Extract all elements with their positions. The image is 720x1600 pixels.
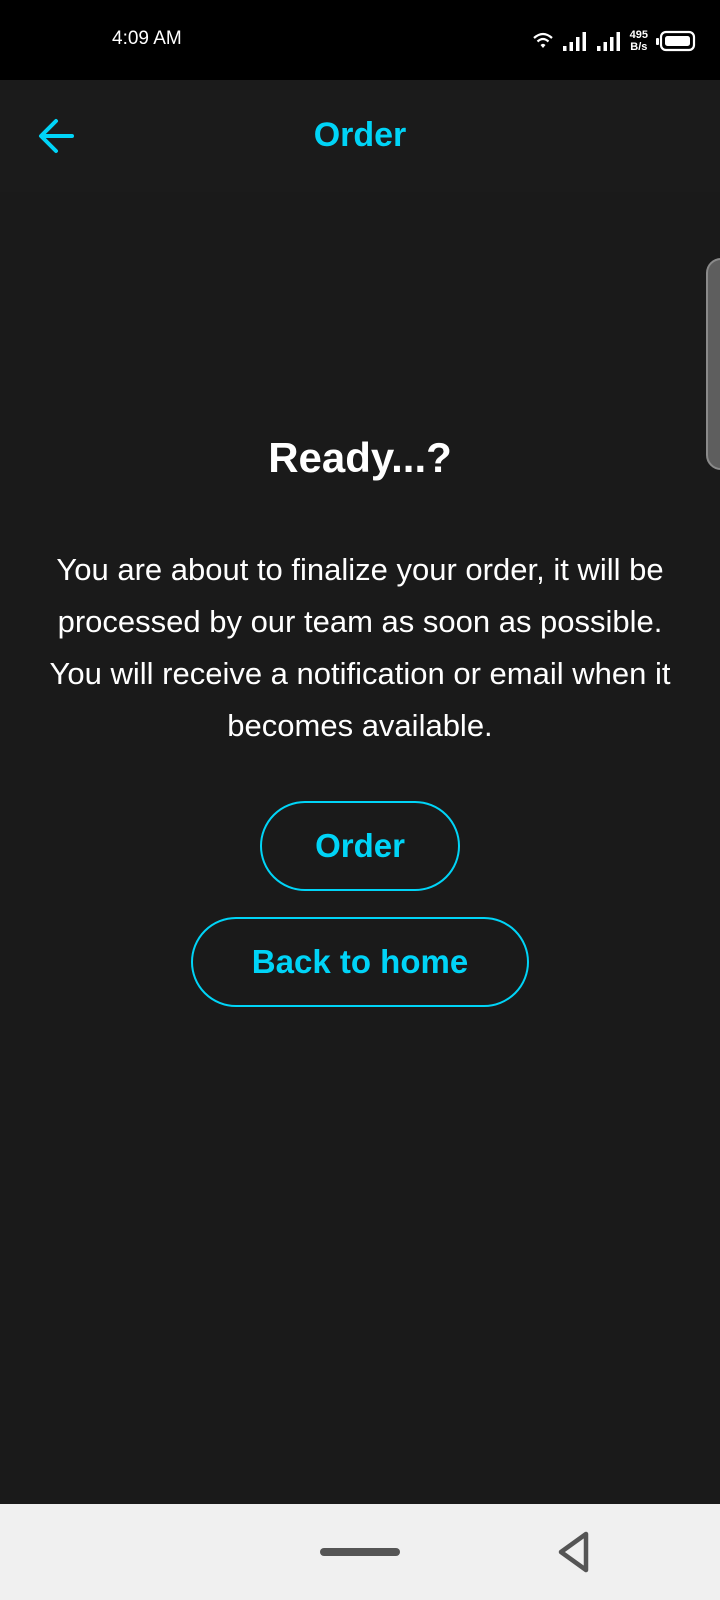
network-speed-unit: B/s <box>630 41 648 53</box>
status-bar: 4:09 AM 495 B/s <box>0 0 720 80</box>
app-bar: Order <box>0 80 720 192</box>
signal-icon <box>562 32 586 51</box>
status-icons: 495 B/s <box>532 26 696 56</box>
network-speed: 495 B/s <box>630 29 648 53</box>
signal-icon <box>596 32 620 51</box>
back-triangle-icon[interactable] <box>556 1530 592 1574</box>
wifi-icon <box>532 32 553 48</box>
battery-icon <box>656 30 696 52</box>
order-button[interactable]: Order <box>260 801 460 891</box>
back-to-home-button[interactable]: Back to home <box>191 917 529 1007</box>
confirmation-message: You are about to finalize your order, it… <box>49 552 671 743</box>
network-speed-value: 495 <box>629 29 648 41</box>
page-title: Order <box>313 116 407 154</box>
status-time: 4:09 AM <box>112 28 182 49</box>
system-nav-bar <box>0 1504 720 1600</box>
home-pill-icon[interactable] <box>320 1548 400 1556</box>
confirmation-headline: Ready...? <box>268 434 452 481</box>
